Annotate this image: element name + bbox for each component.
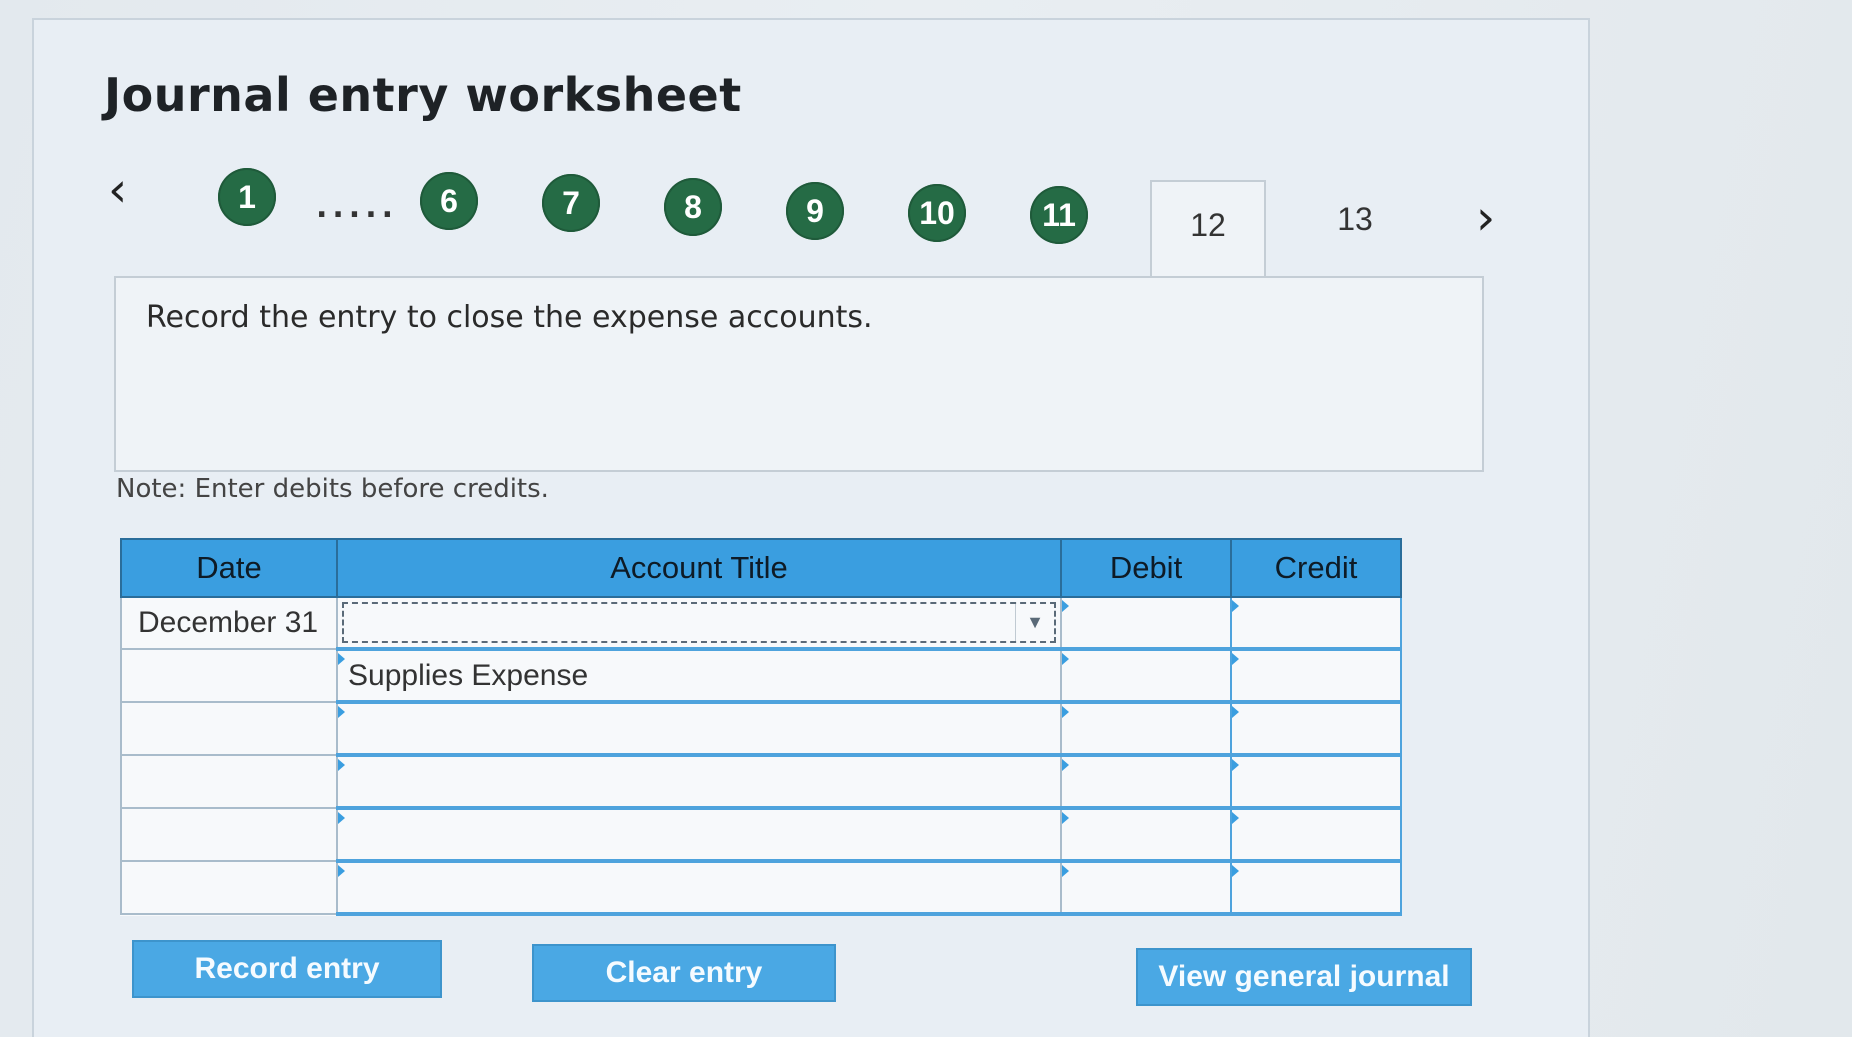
debit-input[interactable] [1062, 704, 1230, 753]
cell-marker-icon [1232, 865, 1239, 877]
credit-input[interactable] [1232, 757, 1400, 806]
cell-marker-icon [338, 759, 345, 771]
tab-13[interactable]: 13 [1300, 184, 1410, 254]
credit-cell[interactable] [1230, 648, 1402, 704]
cell-marker-icon [1062, 759, 1069, 771]
table-row [120, 807, 1402, 863]
cell-marker-icon [1062, 653, 1069, 665]
account-title-column-header: Account Title [336, 538, 1062, 598]
debit-cell[interactable] [1060, 754, 1232, 810]
debit-cell[interactable] [1060, 860, 1232, 916]
step-1-button[interactable]: 1 [218, 168, 276, 226]
table-row [120, 754, 1402, 810]
date-cell: December 31 [120, 596, 338, 650]
instruction-box: Record the entry to close the expense ac… [114, 276, 1484, 472]
account-title-input[interactable] [338, 863, 1060, 912]
view-general-journal-button[interactable]: View general journal [1136, 948, 1472, 1006]
account-title-cell[interactable] [336, 701, 1062, 757]
cell-marker-icon [1232, 600, 1239, 612]
step-8-button[interactable]: 8 [664, 178, 722, 236]
table-header-row: Date Account Title Debit Credit [120, 538, 1402, 598]
account-title-cell[interactable] [336, 648, 1062, 704]
tab-12[interactable]: 12 [1150, 180, 1266, 280]
table-row [120, 701, 1402, 757]
account-title-input[interactable] [338, 757, 1060, 806]
account-title-input[interactable] [338, 651, 1060, 700]
chevron-left-icon[interactable]: ‹ [108, 166, 127, 214]
credit-cell[interactable] [1230, 596, 1402, 651]
instruction-text: Record the entry to close the expense ac… [146, 300, 873, 335]
debit-input[interactable] [1062, 863, 1230, 912]
debit-input[interactable] [1062, 757, 1230, 806]
chevron-down-icon[interactable]: ▼ [1015, 604, 1054, 641]
account-select[interactable]: ▼ [342, 602, 1056, 643]
debit-input[interactable] [1062, 651, 1230, 700]
table-row [120, 860, 1402, 916]
credit-input[interactable] [1232, 810, 1400, 859]
credit-cell[interactable] [1230, 701, 1402, 757]
account-title-cell[interactable] [336, 807, 1062, 863]
debit-column-header: Debit [1060, 538, 1232, 598]
table-row: December 31 ▼ [120, 596, 1402, 651]
page: Journal entry worksheet ‹ 1 ..... 6 7 8 … [0, 0, 1852, 1037]
debit-input[interactable] [1062, 810, 1230, 859]
date-cell [120, 648, 338, 703]
credit-column-header: Credit [1230, 538, 1402, 598]
debit-input[interactable] [1062, 598, 1230, 647]
cell-marker-icon [338, 812, 345, 824]
credit-cell[interactable] [1230, 807, 1402, 863]
cell-marker-icon [1062, 865, 1069, 877]
step-10-button[interactable]: 10 [908, 184, 966, 242]
record-entry-button[interactable]: Record entry [132, 940, 442, 998]
debit-cell[interactable] [1060, 807, 1232, 863]
debit-cell[interactable] [1060, 701, 1232, 757]
credit-input[interactable] [1232, 863, 1400, 912]
cell-marker-icon [1062, 600, 1069, 612]
step-11-button[interactable]: 11 [1030, 186, 1088, 244]
date-cell [120, 701, 338, 756]
cell-marker-icon [338, 865, 345, 877]
account-title-input[interactable] [338, 704, 1060, 753]
account-title-dropdown[interactable]: ▼ [336, 596, 1062, 651]
credit-cell[interactable] [1230, 860, 1402, 916]
cell-marker-icon [1232, 812, 1239, 824]
step-7-button[interactable]: 7 [542, 174, 600, 232]
credit-cell[interactable] [1230, 754, 1402, 810]
date-column-header: Date [120, 538, 338, 598]
credit-input[interactable] [1232, 704, 1400, 753]
journal-entry-table: Date Account Title Debit Credit December… [120, 538, 1402, 916]
credit-input[interactable] [1232, 598, 1400, 647]
cell-marker-icon [1062, 706, 1069, 718]
note-text: Note: Enter debits before credits. [116, 474, 549, 504]
account-title-input[interactable] [338, 810, 1060, 859]
chevron-right-icon[interactable]: › [1476, 194, 1495, 242]
debit-cell[interactable] [1060, 596, 1232, 651]
account-title-cell[interactable] [336, 754, 1062, 810]
cell-marker-icon [1232, 706, 1239, 718]
step-6-button[interactable]: 6 [420, 172, 478, 230]
cell-marker-icon [338, 706, 345, 718]
debit-cell[interactable] [1060, 648, 1232, 704]
table-row [120, 648, 1402, 704]
cell-marker-icon [1232, 653, 1239, 665]
date-cell [120, 754, 338, 809]
clear-entry-button[interactable]: Clear entry [532, 944, 836, 1002]
page-title: Journal entry worksheet [104, 68, 742, 122]
credit-input[interactable] [1232, 651, 1400, 700]
step-ellipsis: ..... [316, 190, 398, 225]
date-cell [120, 807, 338, 862]
cell-marker-icon [338, 653, 345, 665]
cell-marker-icon [1232, 759, 1239, 771]
account-title-cell[interactable] [336, 860, 1062, 916]
date-cell [120, 860, 338, 915]
cell-marker-icon [1062, 812, 1069, 824]
step-9-button[interactable]: 9 [786, 182, 844, 240]
